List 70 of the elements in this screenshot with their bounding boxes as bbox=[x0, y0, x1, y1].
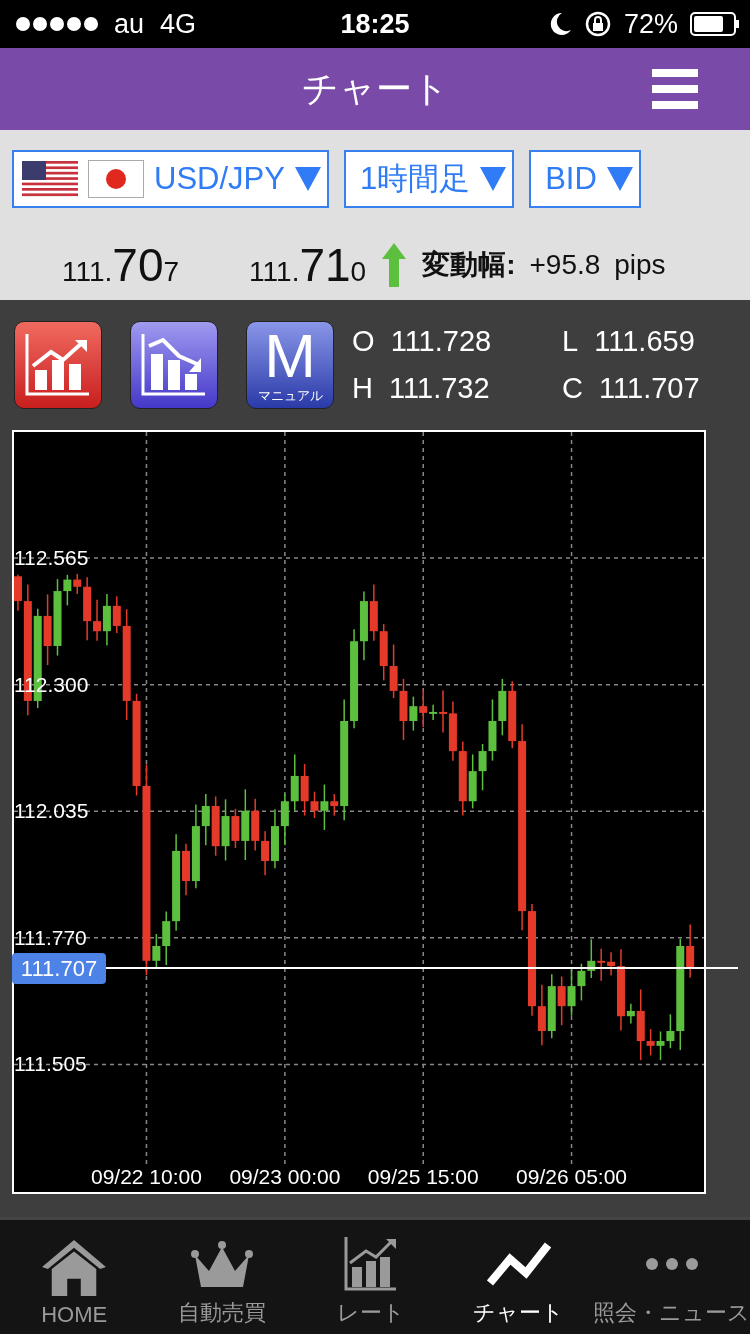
tab-bar-item[interactable]: チャート bbox=[444, 1220, 593, 1334]
network-type: 4G bbox=[160, 8, 197, 40]
price-axis-label: 111.770 bbox=[14, 926, 88, 949]
candlestick bbox=[251, 798, 260, 852]
change-label: 変動幅: bbox=[422, 248, 516, 282]
price-quote: 111.707 bbox=[62, 238, 180, 292]
candlestick bbox=[379, 623, 388, 682]
ohlc-value: L 111.659 bbox=[562, 325, 696, 358]
downtrend-chart-button[interactable] bbox=[130, 321, 218, 409]
time-axis-label: 09/26 05:00 bbox=[516, 1165, 627, 1188]
menu-icon[interactable] bbox=[652, 69, 698, 109]
more-dots-icon bbox=[643, 1257, 700, 1271]
carrier-name: au bbox=[114, 8, 145, 40]
signal-dots-icon bbox=[16, 17, 98, 31]
dropdown-selector[interactable]: 1時間足 bbox=[343, 150, 515, 208]
crown-icon bbox=[190, 1240, 255, 1288]
candlestick bbox=[261, 830, 270, 877]
tab-bar-item[interactable]: HOME bbox=[0, 1220, 149, 1334]
japan-flag-icon bbox=[88, 160, 144, 198]
candlestick bbox=[290, 753, 299, 812]
price-axis-label: 111.505 bbox=[14, 1053, 88, 1076]
candlestick bbox=[597, 948, 606, 982]
us-flag-icon bbox=[22, 161, 78, 197]
line-chart-icon bbox=[486, 1241, 551, 1287]
time-axis-label: 09/23 00:00 bbox=[229, 1165, 341, 1188]
ohlc-value: O 111.728 bbox=[352, 325, 493, 358]
candlestick bbox=[369, 583, 378, 642]
change-value: +95.8 pips bbox=[529, 249, 666, 281]
candlestick bbox=[656, 1030, 665, 1061]
candlestick bbox=[577, 962, 586, 1002]
candlestick bbox=[587, 938, 596, 979]
manual-mode-button[interactable]: M マニュアル bbox=[246, 321, 334, 409]
candlestick bbox=[498, 678, 507, 737]
dropdown-selector[interactable]: BID bbox=[529, 150, 641, 208]
price-axis-label: 112.035 bbox=[14, 800, 90, 823]
ohlc-value: H 111.732 bbox=[352, 372, 491, 405]
candlestick bbox=[270, 808, 279, 869]
candlestick bbox=[468, 753, 477, 810]
battery-percent: 72% bbox=[623, 8, 678, 40]
ohlc-value: C 111.707 bbox=[562, 372, 701, 405]
price-quote: 111.710 bbox=[249, 238, 367, 292]
candlestick bbox=[389, 643, 398, 699]
bar-chart-icon bbox=[343, 1237, 398, 1291]
caret-down-icon bbox=[606, 167, 633, 191]
candlestick bbox=[280, 793, 289, 846]
candlestick bbox=[448, 700, 457, 762]
tab-bar-item[interactable]: 自動売買 bbox=[148, 1220, 297, 1334]
time-axis-label: 09/25 15:00 bbox=[367, 1165, 479, 1188]
candlestick bbox=[102, 593, 111, 647]
current-price-tag: 111.707 bbox=[12, 952, 106, 984]
dropdown-selector[interactable]: USD/JPY bbox=[12, 150, 329, 208]
candlestick bbox=[547, 973, 556, 1039]
screen-title: チャート bbox=[301, 66, 449, 111]
rotation-lock-icon bbox=[583, 10, 612, 38]
price-axis-label: 112.565 bbox=[14, 547, 90, 570]
battery-icon bbox=[690, 12, 740, 36]
candlestick bbox=[567, 968, 576, 1017]
time-axis-label: 09/22 10:00 bbox=[91, 1165, 202, 1188]
clock-time: 18:25 bbox=[340, 8, 410, 40]
candlestick bbox=[359, 590, 368, 662]
uptrend-chart-button[interactable] bbox=[14, 321, 102, 409]
candlestick bbox=[478, 743, 487, 791]
candlestick bbox=[488, 698, 497, 762]
candlestick bbox=[211, 795, 220, 857]
tab-bar-item[interactable]: 照会・ニュース bbox=[593, 1220, 750, 1334]
tab-bar-item[interactable]: レート bbox=[296, 1220, 445, 1334]
caret-down-icon bbox=[294, 167, 321, 191]
caret-down-icon bbox=[480, 167, 507, 191]
moon-icon bbox=[549, 12, 572, 36]
candlestick bbox=[557, 975, 566, 1027]
